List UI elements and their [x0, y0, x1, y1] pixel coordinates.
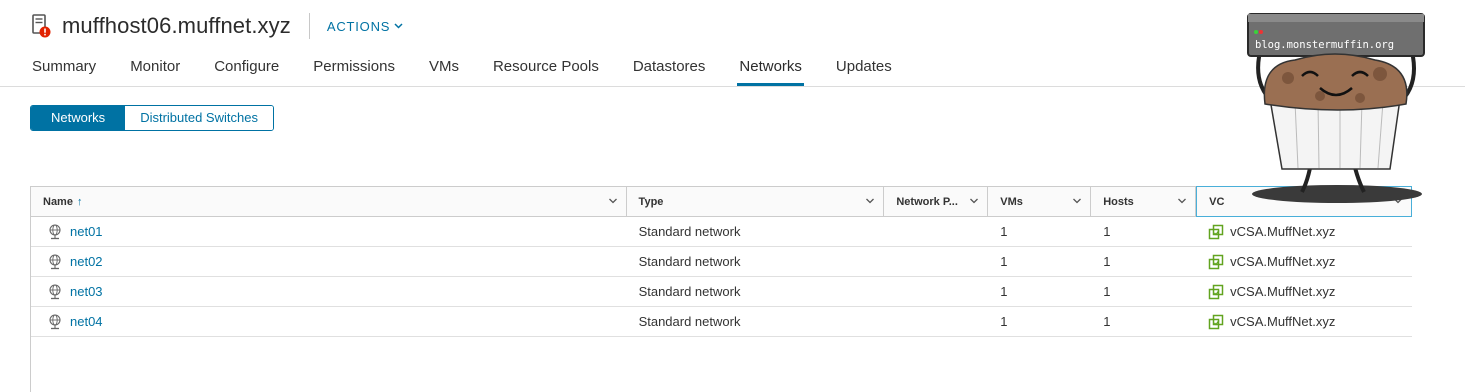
vc-name[interactable]: vCSA.MuffNet.xyz [1230, 254, 1335, 269]
grid-header: Name ↑ Type Network P... VMs Hosts VC [31, 186, 1412, 217]
host-warning-icon [30, 13, 52, 39]
header-divider [308, 13, 310, 39]
column-network-protocol-label: Network P... [896, 195, 958, 208]
network-protocol-cell [884, 217, 988, 246]
tab-permissions[interactable]: Permissions [313, 52, 395, 86]
object-header: muffhost06.muffnet.xyz ACTIONS [30, 8, 403, 44]
distributed-switches-toggle-button[interactable]: Distributed Switches [125, 106, 273, 130]
column-header-hosts[interactable]: Hosts [1091, 187, 1197, 216]
muffin-mascot-watermark: blog.monstermuffin.org [1247, 13, 1425, 203]
sort-ascending-icon: ↑ [76, 195, 83, 208]
type-cell: Standard network [638, 254, 741, 269]
tab-summary[interactable]: Summary [32, 52, 96, 86]
hosts-cell: 1 [1103, 224, 1111, 239]
network-name-link[interactable]: net04 [70, 314, 103, 329]
vcenter-icon [1208, 314, 1224, 329]
vc-name[interactable]: vCSA.MuffNet.xyz [1230, 224, 1335, 239]
network-icon [49, 223, 61, 239]
tab-resource-pools[interactable]: Resource Pools [493, 52, 599, 86]
vcenter-icon [1208, 224, 1224, 239]
table-row[interactable]: net01 Standard network 1 1 vCSA.MuffNet.… [31, 217, 1412, 247]
network-name-link[interactable]: net01 [70, 224, 103, 239]
name-cell: net03 [31, 277, 627, 306]
vc-cell: vCSA.MuffNet.xyz [1196, 307, 1412, 336]
vms-cell: 1 [1000, 224, 1008, 239]
networks-toggle-button[interactable]: Networks [31, 106, 126, 130]
table-row[interactable]: net02 Standard network 1 1 vCSA.MuffNet.… [31, 247, 1412, 277]
tab-monitor[interactable]: Monitor [130, 52, 180, 86]
chevron-down-icon[interactable] [608, 196, 618, 206]
vc-cell: vCSA.MuffNet.xyz [1196, 217, 1412, 246]
type-cell: Standard network [638, 224, 741, 239]
table-row[interactable]: net03 Standard network 1 1 vCSA.MuffNet.… [31, 277, 1412, 307]
network-icon [49, 283, 61, 299]
network-icon [49, 313, 61, 329]
column-header-vms[interactable]: VMs [988, 187, 1092, 216]
chevron-down-icon[interactable] [1177, 196, 1187, 206]
column-hosts-label: Hosts [1103, 195, 1134, 208]
chevron-down-icon [394, 23, 403, 29]
name-cell: net01 [31, 217, 627, 246]
column-vms-label: VMs [1000, 195, 1023, 208]
vcenter-icon [1208, 254, 1224, 269]
vcenter-icon [1208, 284, 1224, 299]
column-type-label: Type [638, 195, 664, 208]
vc-name[interactable]: vCSA.MuffNet.xyz [1230, 314, 1335, 329]
table-row[interactable]: net04 Standard network 1 1 vCSA.MuffNet.… [31, 307, 1412, 337]
network-protocol-cell [884, 277, 988, 306]
chevron-down-icon[interactable] [969, 196, 979, 206]
column-vc-label: VC [1209, 195, 1225, 208]
tab-vms[interactable]: VMs [429, 52, 459, 86]
tab-updates[interactable]: Updates [836, 52, 892, 86]
tab-bar: Summary Monitor Configure Permissions VM… [32, 52, 926, 86]
network-protocol-cell [884, 247, 988, 276]
network-name-link[interactable]: net03 [70, 284, 103, 299]
network-name-link[interactable]: net02 [70, 254, 103, 269]
watermark-text: blog.monstermuffin.org [1255, 39, 1394, 51]
column-name-label: Name [43, 195, 73, 208]
column-header-network-protocol[interactable]: Network P... [884, 187, 989, 216]
vms-cell: 1 [1000, 314, 1008, 329]
hosts-cell: 1 [1103, 284, 1111, 299]
type-cell: Standard network [638, 314, 741, 329]
network-protocol-cell [884, 307, 988, 336]
tab-configure[interactable]: Configure [214, 52, 279, 86]
name-cell: net02 [31, 247, 627, 276]
vms-cell: 1 [1000, 284, 1008, 299]
vc-cell: vCSA.MuffNet.xyz [1196, 247, 1412, 276]
chevron-down-icon[interactable] [865, 196, 875, 206]
name-cell: net04 [31, 307, 627, 336]
network-icon [49, 253, 61, 269]
actions-menu-button[interactable]: ACTIONS [327, 19, 403, 34]
view-toggle: Networks Distributed Switches [30, 105, 274, 131]
actions-label: ACTIONS [326, 18, 391, 34]
vms-cell: 1 [1000, 254, 1008, 269]
hosts-cell: 1 [1103, 254, 1111, 269]
tab-networks[interactable]: Networks [737, 52, 804, 86]
vc-cell: vCSA.MuffNet.xyz [1196, 277, 1412, 306]
tab-datastores[interactable]: Datastores [633, 52, 706, 86]
type-cell: Standard network [638, 284, 741, 299]
chevron-down-icon[interactable] [1072, 196, 1082, 206]
column-header-type[interactable]: Type [627, 187, 885, 216]
networks-grid: Name ↑ Type Network P... VMs Hosts VC ne… [30, 186, 1412, 392]
vc-name[interactable]: vCSA.MuffNet.xyz [1230, 284, 1335, 299]
page-title: muffhost06.muffnet.xyz [62, 13, 291, 38]
column-header-name[interactable]: Name ↑ [31, 187, 627, 216]
hosts-cell: 1 [1103, 314, 1111, 329]
